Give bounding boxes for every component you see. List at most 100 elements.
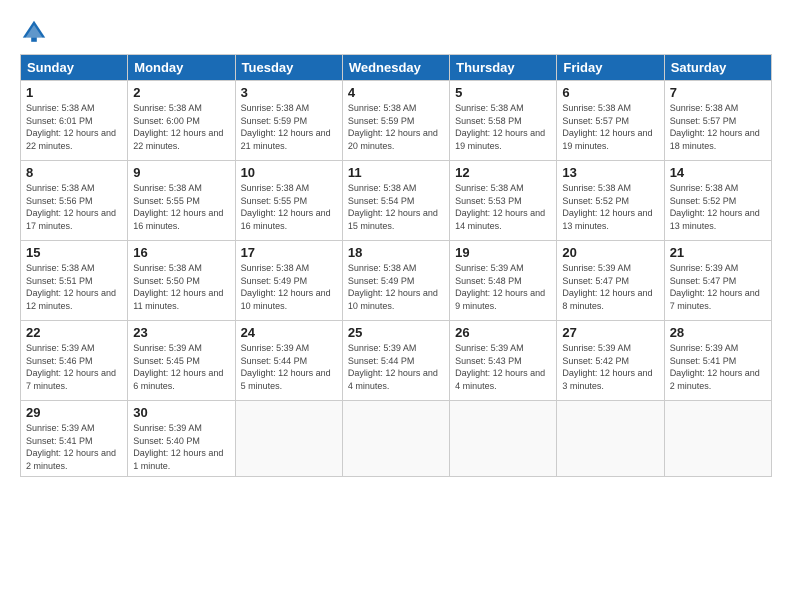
header bbox=[20, 18, 772, 46]
day-cell-11: 11 Sunrise: 5:38 AMSunset: 5:54 PMDayligh… bbox=[342, 161, 449, 241]
day-info: Sunrise: 5:39 AMSunset: 5:42 PMDaylight:… bbox=[562, 342, 658, 392]
day-number: 5 bbox=[455, 85, 551, 100]
day-cell-25: 25 Sunrise: 5:39 AMSunset: 5:44 PMDayligh… bbox=[342, 321, 449, 401]
day-info: Sunrise: 5:38 AMSunset: 5:53 PMDaylight:… bbox=[455, 182, 551, 232]
day-number: 25 bbox=[348, 325, 444, 340]
day-cell-1: 1Sunrise: 5:38 AMSunset: 6:01 PMDaylight… bbox=[21, 81, 128, 161]
day-cell-27: 27 Sunrise: 5:39 AMSunset: 5:42 PMDayligh… bbox=[557, 321, 664, 401]
day-cell-14: 14Sunrise: 5:38 AMSunset: 5:52 PMDayligh… bbox=[664, 161, 771, 241]
day-info: Sunrise: 5:39 AMSunset: 5:40 PMDaylight:… bbox=[133, 422, 229, 472]
weekday-header-wednesday: Wednesday bbox=[342, 55, 449, 81]
logo bbox=[20, 18, 52, 46]
day-number: 23 bbox=[133, 325, 229, 340]
day-number: 15 bbox=[26, 245, 122, 260]
day-info: Sunrise: 5:39 AMSunset: 5:44 PMDaylight:… bbox=[348, 342, 444, 392]
day-number: 2 bbox=[133, 85, 229, 100]
empty-cell bbox=[664, 401, 771, 477]
day-cell-30: 30Sunrise: 5:39 AMSunset: 5:40 PMDayligh… bbox=[128, 401, 235, 477]
day-cell-3: 3 Sunrise: 5:38 AMSunset: 5:59 PMDaylight… bbox=[235, 81, 342, 161]
day-info: Sunrise: 5:38 AMSunset: 5:55 PMDaylight:… bbox=[241, 182, 337, 232]
day-number: 17 bbox=[241, 245, 337, 260]
day-info: Sunrise: 5:39 AMSunset: 5:41 PMDaylight:… bbox=[26, 422, 122, 472]
day-cell-10: 10 Sunrise: 5:38 AMSunset: 5:55 PMDayligh… bbox=[235, 161, 342, 241]
day-cell-29: 29Sunrise: 5:39 AMSunset: 5:41 PMDayligh… bbox=[21, 401, 128, 477]
day-info: Sunrise: 5:39 AMSunset: 5:48 PMDaylight:… bbox=[455, 262, 551, 312]
day-info: Sunrise: 5:39 AMSunset: 5:45 PMDaylight:… bbox=[133, 342, 229, 392]
weekday-header-tuesday: Tuesday bbox=[235, 55, 342, 81]
weekday-header-row: SundayMondayTuesdayWednesdayThursdayFrid… bbox=[21, 55, 772, 81]
day-info: Sunrise: 5:38 AMSunset: 5:55 PMDaylight:… bbox=[133, 182, 229, 232]
day-cell-18: 18 Sunrise: 5:38 AMSunset: 5:49 PMDayligh… bbox=[342, 241, 449, 321]
day-info: Sunrise: 5:38 AMSunset: 5:57 PMDaylight:… bbox=[670, 102, 766, 152]
day-number: 10 bbox=[241, 165, 337, 180]
weekday-header-sunday: Sunday bbox=[21, 55, 128, 81]
day-number: 11 bbox=[348, 165, 444, 180]
empty-cell bbox=[342, 401, 449, 477]
week-row-1: 1Sunrise: 5:38 AMSunset: 6:01 PMDaylight… bbox=[21, 81, 772, 161]
day-cell-28: 28 Sunrise: 5:39 AMSunset: 5:41 PMDayligh… bbox=[664, 321, 771, 401]
day-info: Sunrise: 5:38 AMSunset: 6:00 PMDaylight:… bbox=[133, 102, 229, 152]
day-info: Sunrise: 5:38 AMSunset: 6:01 PMDaylight:… bbox=[26, 102, 122, 152]
day-number: 8 bbox=[26, 165, 122, 180]
week-row-4: 22Sunrise: 5:39 AMSunset: 5:46 PMDayligh… bbox=[21, 321, 772, 401]
day-cell-7: 7 Sunrise: 5:38 AMSunset: 5:57 PMDaylight… bbox=[664, 81, 771, 161]
day-number: 6 bbox=[562, 85, 658, 100]
day-info: Sunrise: 5:38 AMSunset: 5:58 PMDaylight:… bbox=[455, 102, 551, 152]
day-number: 26 bbox=[455, 325, 551, 340]
logo-icon bbox=[20, 18, 48, 46]
day-info: Sunrise: 5:38 AMSunset: 5:52 PMDaylight:… bbox=[670, 182, 766, 232]
day-cell-16: 16 Sunrise: 5:38 AMSunset: 5:50 PMDayligh… bbox=[128, 241, 235, 321]
day-number: 27 bbox=[562, 325, 658, 340]
day-number: 19 bbox=[455, 245, 551, 260]
day-cell-9: 9 Sunrise: 5:38 AMSunset: 5:55 PMDaylight… bbox=[128, 161, 235, 241]
day-info: Sunrise: 5:38 AMSunset: 5:56 PMDaylight:… bbox=[26, 182, 122, 232]
day-info: Sunrise: 5:38 AMSunset: 5:49 PMDaylight:… bbox=[348, 262, 444, 312]
day-cell-5: 5 Sunrise: 5:38 AMSunset: 5:58 PMDaylight… bbox=[450, 81, 557, 161]
day-cell-2: 2 Sunrise: 5:38 AMSunset: 6:00 PMDaylight… bbox=[128, 81, 235, 161]
day-cell-26: 26 Sunrise: 5:39 AMSunset: 5:43 PMDayligh… bbox=[450, 321, 557, 401]
day-cell-21: 21 Sunrise: 5:39 AMSunset: 5:47 PMDayligh… bbox=[664, 241, 771, 321]
day-info: Sunrise: 5:39 AMSunset: 5:44 PMDaylight:… bbox=[241, 342, 337, 392]
day-info: Sunrise: 5:38 AMSunset: 5:54 PMDaylight:… bbox=[348, 182, 444, 232]
calendar-page: SundayMondayTuesdayWednesdayThursdayFrid… bbox=[0, 0, 792, 612]
day-info: Sunrise: 5:39 AMSunset: 5:43 PMDaylight:… bbox=[455, 342, 551, 392]
day-info: Sunrise: 5:39 AMSunset: 5:47 PMDaylight:… bbox=[562, 262, 658, 312]
day-cell-6: 6Sunrise: 5:38 AMSunset: 5:57 PMDaylight… bbox=[557, 81, 664, 161]
day-number: 9 bbox=[133, 165, 229, 180]
day-number: 16 bbox=[133, 245, 229, 260]
day-info: Sunrise: 5:38 AMSunset: 5:59 PMDaylight:… bbox=[348, 102, 444, 152]
day-info: Sunrise: 5:39 AMSunset: 5:41 PMDaylight:… bbox=[670, 342, 766, 392]
day-number: 21 bbox=[670, 245, 766, 260]
day-number: 3 bbox=[241, 85, 337, 100]
week-row-3: 15 Sunrise: 5:38 AMSunset: 5:51 PMDayligh… bbox=[21, 241, 772, 321]
weekday-header-monday: Monday bbox=[128, 55, 235, 81]
day-number: 12 bbox=[455, 165, 551, 180]
day-cell-13: 13Sunrise: 5:38 AMSunset: 5:52 PMDayligh… bbox=[557, 161, 664, 241]
day-info: Sunrise: 5:38 AMSunset: 5:59 PMDaylight:… bbox=[241, 102, 337, 152]
calendar-table: SundayMondayTuesdayWednesdayThursdayFrid… bbox=[20, 54, 772, 477]
day-info: Sunrise: 5:38 AMSunset: 5:49 PMDaylight:… bbox=[241, 262, 337, 312]
day-cell-4: 4Sunrise: 5:38 AMSunset: 5:59 PMDaylight… bbox=[342, 81, 449, 161]
week-row-2: 8 Sunrise: 5:38 AMSunset: 5:56 PMDaylight… bbox=[21, 161, 772, 241]
day-cell-15: 15 Sunrise: 5:38 AMSunset: 5:51 PMDayligh… bbox=[21, 241, 128, 321]
weekday-header-friday: Friday bbox=[557, 55, 664, 81]
day-cell-8: 8 Sunrise: 5:38 AMSunset: 5:56 PMDaylight… bbox=[21, 161, 128, 241]
day-number: 20 bbox=[562, 245, 658, 260]
day-number: 24 bbox=[241, 325, 337, 340]
day-number: 28 bbox=[670, 325, 766, 340]
weekday-header-thursday: Thursday bbox=[450, 55, 557, 81]
day-info: Sunrise: 5:39 AMSunset: 5:47 PMDaylight:… bbox=[670, 262, 766, 312]
day-cell-20: 20 Sunrise: 5:39 AMSunset: 5:47 PMDayligh… bbox=[557, 241, 664, 321]
empty-cell bbox=[450, 401, 557, 477]
weekday-header-saturday: Saturday bbox=[664, 55, 771, 81]
day-number: 7 bbox=[670, 85, 766, 100]
day-cell-23: 23 Sunrise: 5:39 AMSunset: 5:45 PMDayligh… bbox=[128, 321, 235, 401]
empty-cell bbox=[557, 401, 664, 477]
day-info: Sunrise: 5:38 AMSunset: 5:51 PMDaylight:… bbox=[26, 262, 122, 312]
day-cell-24: 24 Sunrise: 5:39 AMSunset: 5:44 PMDayligh… bbox=[235, 321, 342, 401]
day-cell-17: 17 Sunrise: 5:38 AMSunset: 5:49 PMDayligh… bbox=[235, 241, 342, 321]
day-info: Sunrise: 5:38 AMSunset: 5:50 PMDaylight:… bbox=[133, 262, 229, 312]
day-number: 18 bbox=[348, 245, 444, 260]
day-cell-12: 12 Sunrise: 5:38 AMSunset: 5:53 PMDayligh… bbox=[450, 161, 557, 241]
day-info: Sunrise: 5:39 AMSunset: 5:46 PMDaylight:… bbox=[26, 342, 122, 392]
